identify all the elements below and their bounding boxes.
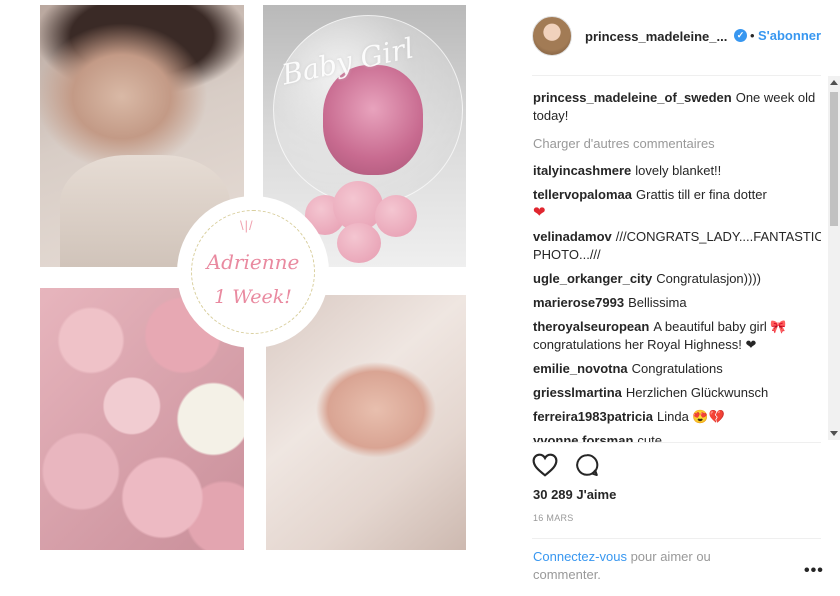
- comment-text: lovely blanket!!: [635, 163, 722, 178]
- comment-text: Herzlichen Glückwunsch: [625, 385, 769, 400]
- load-more-comments-button[interactable]: Charger d'autres commentaires: [533, 135, 821, 153]
- caption: princess_madeleine_of_sweden One week old…: [533, 89, 821, 125]
- divider: [532, 538, 821, 539]
- comment-item: ferreira1983patricia Linda 😍💔: [533, 408, 821, 426]
- badge-subtitle: 1 Week!: [214, 286, 292, 308]
- scrollbar-thumb[interactable]: [830, 92, 838, 226]
- pink-teddy-bear: [323, 65, 423, 175]
- comment-item: theroyalseuropean A beautiful baby girl 🎀…: [533, 318, 821, 354]
- pink-balloon: [375, 195, 417, 237]
- action-bar: [532, 453, 612, 479]
- comment-username[interactable]: italyincashmere: [533, 163, 631, 178]
- comment-item: ugle_orkanger_city Congratulasjon)))): [533, 270, 821, 288]
- comments-list[interactable]: princess_madeleine_of_sweden One week old…: [533, 89, 821, 442]
- comment-item: velinadamov///CONGRATS_LADY....FANTASTIC…: [533, 228, 821, 264]
- comment-username[interactable]: emilie_novotna: [533, 361, 628, 376]
- name-badge: \|/ Adrienne 1 Week!: [183, 202, 323, 342]
- follow-button[interactable]: S'abonner: [758, 28, 821, 43]
- sun-rays-icon: \|/: [240, 218, 254, 233]
- caption-username[interactable]: princess_madeleine_of_sweden: [533, 90, 732, 105]
- heart-emoji-icon: ❤: [533, 204, 546, 221]
- comment-item: griesslmartina Herzlichen Glückwunsch: [533, 384, 821, 402]
- comment-text: Bellissima: [628, 295, 687, 310]
- comment-text: Congratulations: [631, 361, 723, 376]
- likes-count[interactable]: 30 289 J'aime: [533, 487, 616, 502]
- header-separator: •: [750, 28, 755, 43]
- post-details-panel: princess_madeleine_... ✓ • S'abonner pri…: [508, 0, 840, 596]
- comment-text: Grattis till er fina dotter: [636, 187, 767, 202]
- comment-item: tellervopalomaa Grattis till er fina dott…: [533, 186, 821, 222]
- login-link[interactable]: Connectez-vous: [533, 549, 627, 564]
- comment-text: cute: [637, 433, 662, 442]
- comment-text: Congratulasjon)))): [656, 271, 761, 286]
- comment-username[interactable]: ugle_orkanger_city: [533, 271, 652, 286]
- comment-username[interactable]: theroyalseuropean: [533, 319, 649, 334]
- comment-text: Linda 😍💔: [656, 409, 725, 424]
- divider: [532, 442, 821, 443]
- comment-item: emilie_novotna Congratulations: [533, 360, 821, 378]
- comment-username[interactable]: marierose7993: [533, 295, 624, 310]
- divider: [532, 75, 821, 76]
- baby-feet-photo: [266, 295, 466, 550]
- comment-username[interactable]: griesslmartina: [533, 385, 622, 400]
- comment-item: marierose7993 Bellissima: [533, 294, 821, 312]
- scroll-up-arrow-icon[interactable]: [830, 80, 838, 85]
- comment-bubble-icon[interactable]: [574, 453, 600, 477]
- comment-username[interactable]: velinadamov: [533, 229, 612, 244]
- comments-scrollbar[interactable]: [828, 76, 840, 440]
- pink-balloon: [337, 223, 381, 263]
- comment-username[interactable]: yvonne.forsman: [533, 433, 633, 442]
- heart-outline-icon[interactable]: [532, 453, 558, 477]
- comment-item: italyincashmere lovely blanket!!: [533, 162, 821, 180]
- comment-username[interactable]: ferreira1983patricia: [533, 409, 653, 424]
- avatar[interactable]: [532, 16, 572, 56]
- badge-name: Adrienne: [206, 250, 300, 274]
- post-image[interactable]: Baby Girl \|/ Adrienne 1 Week!: [0, 0, 508, 596]
- login-prompt: Connectez-vous pour aimer ou commenter.: [533, 548, 763, 584]
- comment-username[interactable]: tellervopalomaa: [533, 187, 632, 202]
- scroll-down-arrow-icon[interactable]: [830, 431, 838, 436]
- comment-item: yvonne.forsman cute: [533, 432, 821, 442]
- more-options-button[interactable]: •••: [804, 562, 824, 580]
- post-date[interactable]: 16 MARS: [533, 513, 574, 523]
- header-username[interactable]: princess_madeleine_...: [585, 29, 727, 44]
- post-header: princess_madeleine_... ✓ • S'abonner: [508, 0, 840, 72]
- verified-badge-icon: ✓: [734, 29, 747, 42]
